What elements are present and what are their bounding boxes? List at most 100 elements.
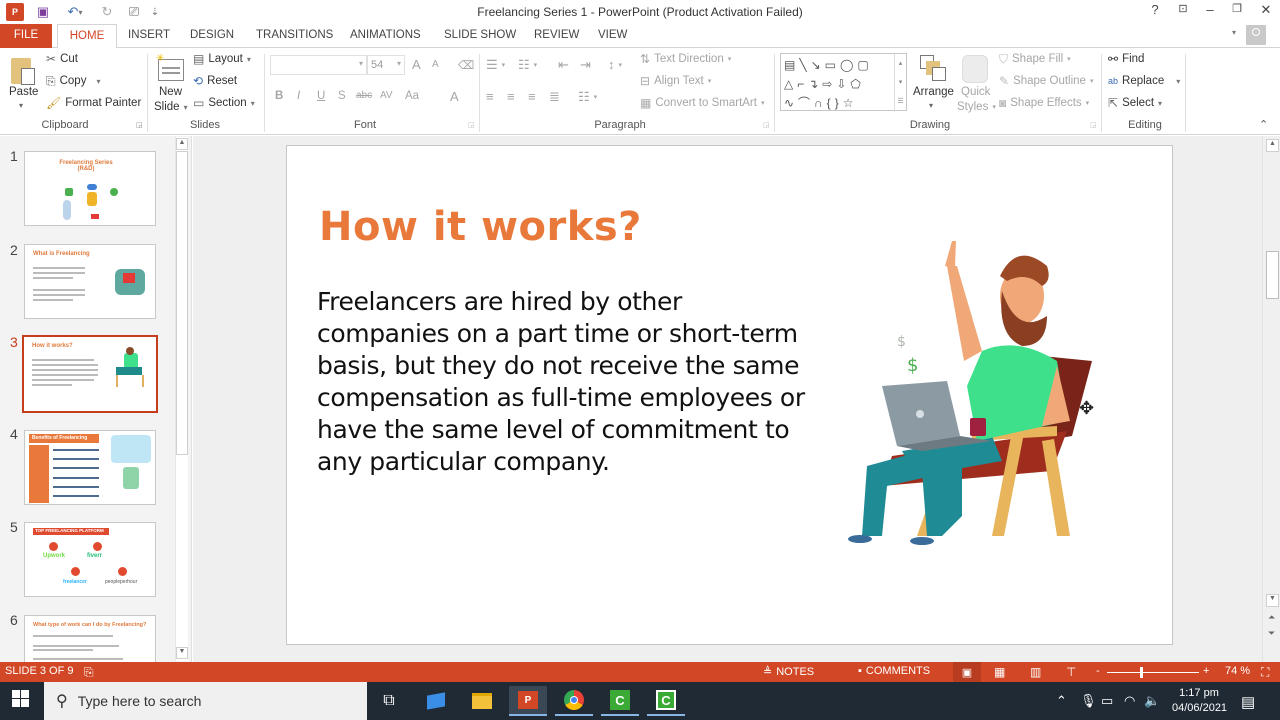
text-direction-button[interactable]: ⇅ Text Direction ▾ <box>640 53 731 65</box>
slide-thumbnail-6[interactable]: What type of work can I do by Freelancin… <box>24 615 156 662</box>
paragraph-launcher-icon[interactable]: ◲ <box>763 121 770 129</box>
character-spacing-button[interactable]: AV <box>380 90 393 101</box>
font-size-combobox[interactable]: 54 ▾ <box>367 55 405 75</box>
font-name-dropdown-icon[interactable]: ▾ <box>359 59 363 68</box>
layout-button[interactable]: ▤ Layout ▾ <box>193 53 251 65</box>
text-shadow-button[interactable]: S <box>338 90 346 102</box>
align-right-button[interactable]: ≡ <box>528 89 536 104</box>
taskbar-search-box[interactable]: ⚲ Type here to search <box>44 682 367 720</box>
quick-styles-label-1[interactable]: Quick <box>961 86 990 98</box>
zoom-out-button[interactable]: - <box>1096 665 1100 677</box>
slide-title[interactable]: How it works? <box>319 204 642 250</box>
close-button[interactable]: ✕ <box>1254 2 1278 18</box>
scroll-up-arrow-icon[interactable]: ▲ <box>1266 139 1279 152</box>
strikethrough-button[interactable]: abc <box>356 90 372 101</box>
columns-button[interactable]: ☷ ▾ <box>578 89 597 105</box>
account-dropdown-icon[interactable]: ▾ <box>1232 28 1236 37</box>
arrange-button[interactable]: Arrange <box>913 86 954 98</box>
replace-button[interactable]: ab Replace ▾ <box>1108 75 1180 87</box>
windows-start-icon[interactable] <box>12 690 30 708</box>
current-slide[interactable]: How it works? Freelancers are hired by o… <box>286 145 1173 645</box>
italic-button[interactable]: I <box>297 90 300 102</box>
shape-fill-button[interactable]: ⛉ Shape Fill ▾ <box>999 53 1071 65</box>
slide-thumbnail-4[interactable]: Benefits of Freelancing <box>24 430 156 505</box>
camtasia-recorder-icon[interactable]: C <box>647 686 685 716</box>
file-explorer-icon[interactable] <box>463 686 501 716</box>
tab-insert[interactable]: INSERT <box>124 24 174 48</box>
clock[interactable]: 1:17 pm 04/06/2021 <box>1172 686 1227 716</box>
scroll-down-arrow-icon[interactable]: ▼ <box>176 647 188 659</box>
network-computer-icon[interactable] <box>417 686 455 716</box>
paste-icon[interactable] <box>9 54 39 86</box>
show-hidden-icons-button[interactable]: ⌃ <box>1056 693 1067 709</box>
increase-indent-button[interactable]: ⇥ <box>580 57 591 73</box>
powerpoint-taskbar-icon[interactable]: P <box>509 686 547 716</box>
tab-file[interactable]: FILE <box>0 24 52 48</box>
copy-dropdown-icon[interactable]: ▾ <box>96 77 100 86</box>
font-size-dropdown-icon[interactable]: ▾ <box>397 59 401 68</box>
line-spacing-button[interactable]: ↕ ▾ <box>608 57 622 72</box>
font-name-combobox[interactable]: ▾ <box>270 55 367 75</box>
paste-button[interactable]: Paste <box>9 86 38 98</box>
zoom-in-button[interactable]: + <box>1203 665 1209 677</box>
previous-slide-button[interactable]: ⏶ <box>1268 612 1275 623</box>
clear-formatting-icon[interactable]: ⌫ <box>458 58 474 72</box>
font-color-button[interactable]: A <box>450 89 459 104</box>
collapse-ribbon-icon[interactable]: ⌃ <box>1259 118 1268 131</box>
wifi-icon[interactable]: ◠ <box>1124 693 1135 709</box>
slide-thumbnail-5[interactable]: TOP FREELANCING PLATFORM Upwork fiverr f… <box>24 522 156 597</box>
new-slide-label-1[interactable]: New <box>159 86 182 98</box>
restore-button[interactable]: ❐ <box>1225 2 1249 15</box>
microphone-icon[interactable]: 🎙 <box>1080 693 1097 709</box>
slide-sorter-button[interactable]: ▦ <box>994 665 1005 679</box>
ribbon-display-options-button[interactable]: ⊡ <box>1171 2 1195 15</box>
paste-dropdown-icon[interactable]: ▾ <box>19 101 23 110</box>
drawing-launcher-icon[interactable]: ◲ <box>1090 121 1097 129</box>
shape-effects-button[interactable]: ◙ Shape Effects ▾ <box>999 97 1089 109</box>
zoom-slider[interactable] <box>1107 667 1199 678</box>
select-button[interactable]: ⇱ Select ▾ <box>1108 97 1162 109</box>
align-text-button[interactable]: ⊟ Align Text ▾ <box>640 75 711 87</box>
comments-button[interactable]: ▪ COMMENTS <box>858 665 930 677</box>
slide-show-button[interactable]: ⊤ <box>1066 665 1076 679</box>
scrollbar-thumb[interactable] <box>1266 251 1279 299</box>
next-slide-button[interactable]: ⏷ <box>1268 628 1275 639</box>
thumbnail-scrollbar[interactable]: ▲ ▼ <box>175 137 188 661</box>
shape-outline-button[interactable]: ✎ Shape Outline ▾ <box>999 75 1093 87</box>
camtasia-icon[interactable]: C <box>601 686 639 716</box>
arrange-icon[interactable] <box>918 53 948 85</box>
reading-view-button[interactable]: ▥ <box>1030 665 1041 679</box>
shapes-gallery[interactable]: ▤╲↘▭◯▢ △⌐↴⇨⇩⬠ ∿⌒∩{}☆ ▴ ▾ ☰ <box>780 53 907 113</box>
decrease-indent-button[interactable]: ⇤ <box>558 57 569 73</box>
scroll-up-arrow-icon[interactable]: ▲ <box>176 138 188 150</box>
action-center-icon[interactable]: ▤ <box>1241 693 1255 711</box>
slide-thumbnail-3[interactable]: How it works? <box>22 335 158 413</box>
fit-slide-button[interactable]: ⛶ <box>1261 665 1269 680</box>
shapes-gallery-scroll[interactable]: ▴ ▾ ☰ <box>894 54 906 112</box>
scroll-down-arrow-icon[interactable]: ▼ <box>1266 594 1279 607</box>
normal-view-button[interactable]: ▣ <box>953 662 981 682</box>
chrome-icon[interactable] <box>555 686 593 716</box>
format-painter-button[interactable]: 🖌 Format Painter <box>46 97 141 109</box>
slide-scrollbar[interactable]: ▲ ▼ ⏶ ⏷ <box>1262 136 1280 662</box>
slide-thumbnail-1[interactable]: Freelancing Series (R&D) <box>24 151 156 226</box>
change-case-button[interactable]: Aa <box>405 90 419 102</box>
clipboard-launcher-icon[interactable]: ◲ <box>136 121 143 129</box>
bold-button[interactable]: B <box>275 90 283 102</box>
task-view-icon[interactable]: ⧉ <box>370 686 408 716</box>
quick-styles-icon[interactable] <box>960 53 990 85</box>
tab-animations[interactable]: ANIMATIONS <box>346 24 425 48</box>
align-left-button[interactable]: ≡ <box>486 89 494 104</box>
notes-button[interactable]: ≜ NOTES <box>763 665 814 679</box>
freelancer-illustration[interactable]: $ $ <box>842 236 1102 546</box>
find-button[interactable]: ⚯ Find <box>1108 53 1144 65</box>
cut-button[interactable]: ✂ Cut <box>46 53 78 65</box>
spell-check-icon[interactable]: ⎘ <box>84 665 94 680</box>
reset-button[interactable]: ⟲ Reset <box>193 75 237 87</box>
underline-button[interactable]: U <box>317 90 325 102</box>
convert-smartart-button[interactable]: ▦ Convert to SmartArt ▾ <box>640 97 764 109</box>
slide-thumbnail-2[interactable]: What is Freelancing <box>24 244 156 319</box>
tab-review[interactable]: REVIEW <box>530 24 583 48</box>
shapes-gallery-grid[interactable]: ▤╲↘▭◯▢ △⌐↴⇨⇩⬠ ∿⌒∩{}☆ <box>784 56 884 113</box>
numbering-button[interactable]: ☷ ▾ <box>518 57 537 73</box>
